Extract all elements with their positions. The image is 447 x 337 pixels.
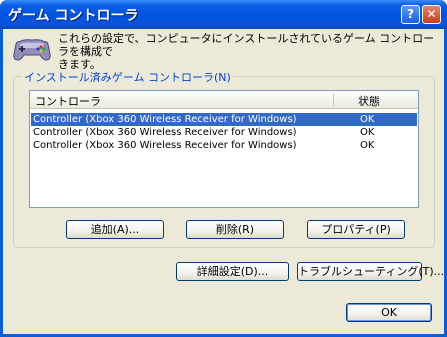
advanced-settings-button[interactable]: 詳細設定(D)...: [176, 262, 289, 281]
list-header: コントローラ 状態: [30, 91, 418, 109]
remove-button[interactable]: 削除(R): [186, 220, 284, 239]
controller-status: OK: [360, 114, 375, 125]
controller-name: Controller (Xbox 360 Wireless Receiver f…: [33, 114, 297, 125]
intro-text: これらの設定で、コンピュータにインストールされているゲーム コントローラを構成で…: [58, 32, 435, 71]
list-item[interactable]: Controller (Xbox 360 Wireless Receiver f…: [31, 139, 417, 152]
title-bar[interactable]: ゲーム コントローラ ? ✕: [0, 0, 447, 29]
controller-status: OK: [360, 140, 375, 151]
help-icon[interactable]: ?: [401, 5, 420, 24]
column-header-status[interactable]: 状態: [358, 93, 380, 109]
controller-list[interactable]: コントローラ 状態 Controller (Xbox 360 Wireless …: [29, 90, 419, 208]
add-button[interactable]: 追加(A)...: [66, 220, 164, 239]
window-title: ゲーム コントローラ: [8, 8, 139, 24]
column-header-controller[interactable]: コントローラ: [35, 93, 101, 109]
dialog-body: これらの設定で、コンピュータにインストールされているゲーム コントローラを構成で…: [3, 29, 444, 334]
list-item[interactable]: Controller (Xbox 360 Wireless Receiver f…: [31, 113, 417, 126]
controller-name: Controller (Xbox 360 Wireless Receiver f…: [33, 127, 297, 138]
game-controllers-dialog: ゲーム コントローラ ? ✕ これらの設定で、コンピュータにインストールされてい…: [0, 0, 447, 337]
gamepad-icon: [13, 39, 51, 61]
column-divider[interactable]: [333, 94, 334, 106]
close-icon[interactable]: ✕: [422, 5, 441, 24]
controller-status: OK: [360, 127, 375, 138]
list-item[interactable]: Controller (Xbox 360 Wireless Receiver f…: [31, 126, 417, 139]
properties-button[interactable]: プロパティ(P): [307, 220, 405, 239]
troubleshoot-button[interactable]: トラブルシューティング(T)...: [297, 262, 444, 281]
group-label: インストール済みゲーム コントローラ(N): [22, 69, 233, 85]
controller-name: Controller (Xbox 360 Wireless Receiver f…: [33, 140, 297, 151]
ok-button[interactable]: OK: [346, 303, 432, 322]
